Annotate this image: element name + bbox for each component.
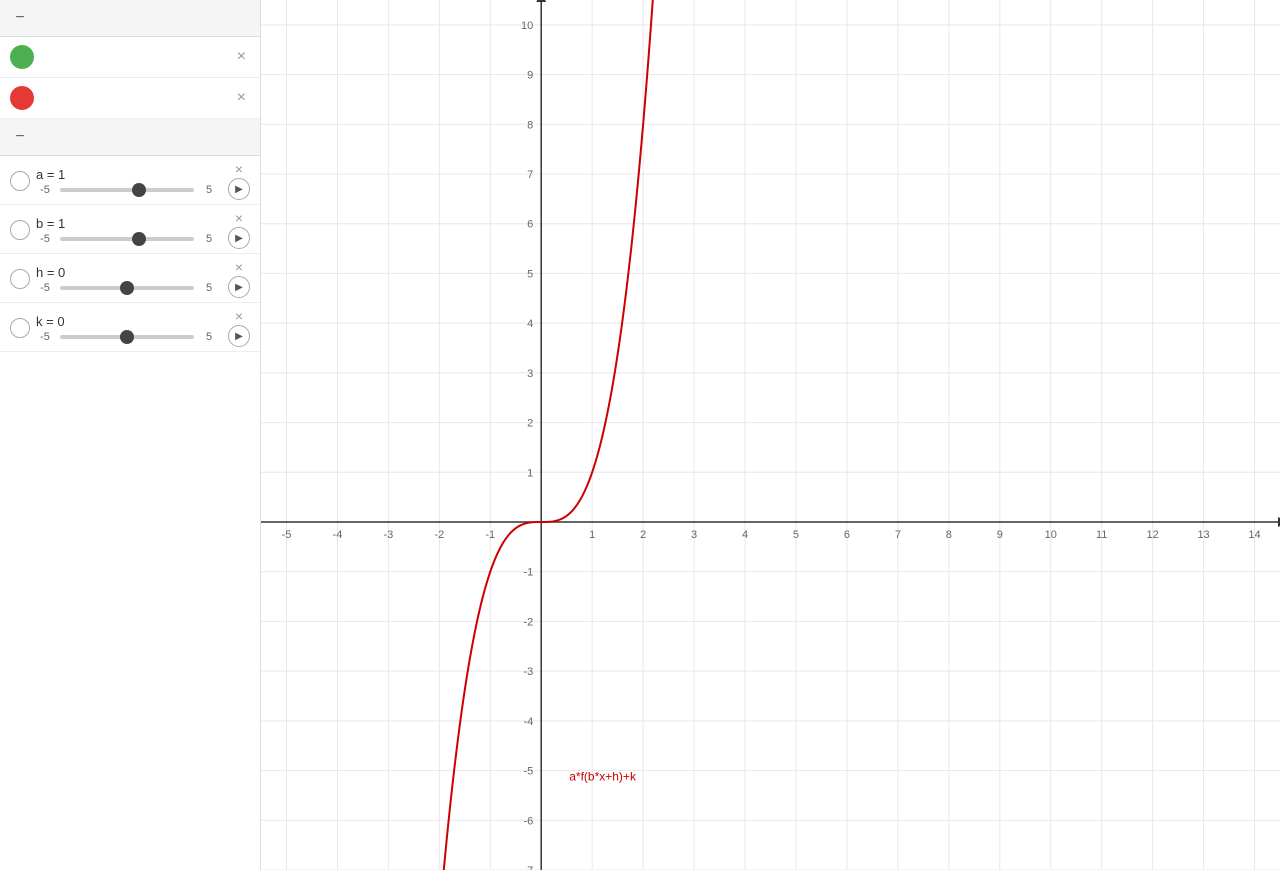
graph-svg: -5-4-3-2-11234567891011121314-7-6-5-4-3-… (261, 0, 1280, 870)
function-color-f[interactable] (10, 45, 34, 69)
remove-a-button[interactable]: × (235, 162, 243, 176)
slider-label-a: a = 1 (36, 167, 65, 182)
slider-actions-b: × ▶ (228, 211, 250, 249)
svg-text:5: 5 (527, 268, 533, 280)
svg-text:5: 5 (793, 529, 799, 541)
number-collapse-icon[interactable]: − (12, 129, 28, 145)
play-k-button[interactable]: ▶ (228, 325, 250, 347)
svg-text:-2: -2 (434, 529, 444, 541)
slider-inner-h: h = 0 -5 5 (36, 265, 218, 294)
remove-function-f-button[interactable]: × (233, 46, 250, 68)
svg-text:7: 7 (527, 169, 533, 181)
remove-k-button[interactable]: × (235, 309, 243, 323)
slider-inner-k: k = 0 -5 5 (36, 314, 218, 343)
slider-max-h: 5 (200, 282, 218, 294)
function-color-g[interactable] (10, 86, 34, 110)
svg-text:-4: -4 (333, 529, 343, 541)
slider-row-h: h = 0 -5 5 × ▶ (0, 254, 260, 303)
svg-text:-4: -4 (523, 716, 533, 728)
slider-actions-a: × ▶ (228, 162, 250, 200)
remove-b-button[interactable]: × (235, 211, 243, 225)
svg-text:-2: -2 (523, 616, 533, 628)
function-section-header: − (0, 0, 260, 37)
svg-text:1: 1 (527, 467, 533, 479)
slider-label-k: k = 0 (36, 314, 65, 329)
graph-area[interactable]: -5-4-3-2-11234567891011121314-7-6-5-4-3-… (261, 0, 1280, 870)
svg-text:-3: -3 (383, 529, 393, 541)
svg-text:-3: -3 (523, 666, 533, 678)
svg-text:10: 10 (1045, 529, 1057, 541)
remove-h-button[interactable]: × (235, 260, 243, 274)
slider-label-h: h = 0 (36, 265, 65, 280)
svg-text:-6: -6 (523, 815, 533, 827)
slider-max-b: 5 (200, 233, 218, 245)
play-b-button[interactable]: ▶ (228, 227, 250, 249)
play-h-button[interactable]: ▶ (228, 276, 250, 298)
slider-input-h[interactable] (60, 286, 194, 290)
svg-text:9: 9 (527, 70, 533, 82)
slider-toggle-b[interactable] (10, 220, 30, 240)
svg-text:-5: -5 (282, 529, 292, 541)
svg-text:10: 10 (521, 20, 533, 32)
svg-text:a*f(b*x+h)+k: a*f(b*x+h)+k (569, 770, 637, 784)
slider-input-b[interactable] (60, 237, 194, 241)
svg-text:8: 8 (946, 529, 952, 541)
slider-row-k: k = 0 -5 5 × ▶ (0, 303, 260, 352)
svg-text:7: 7 (895, 529, 901, 541)
svg-text:6: 6 (844, 529, 850, 541)
svg-text:-5: -5 (523, 766, 533, 778)
slider-max-k: 5 (200, 331, 218, 343)
slider-toggle-a[interactable] (10, 171, 30, 191)
slider-row-b: b = 1 -5 5 × ▶ (0, 205, 260, 254)
svg-text:14: 14 (1248, 529, 1260, 541)
sidebar: − × × − a = 1 -5 5 × ▶ (0, 0, 261, 870)
number-section-header: − (0, 119, 260, 156)
svg-text:-1: -1 (523, 567, 533, 579)
svg-text:-7: -7 (523, 865, 533, 870)
function-collapse-icon[interactable]: − (12, 10, 28, 26)
slider-actions-h: × ▶ (228, 260, 250, 298)
svg-text:13: 13 (1197, 529, 1209, 541)
slider-actions-k: × ▶ (228, 309, 250, 347)
slider-input-k[interactable] (60, 335, 194, 339)
function-row-g: × (0, 78, 260, 119)
function-row-f: × (0, 37, 260, 78)
slider-input-a[interactable] (60, 188, 194, 192)
svg-text:3: 3 (527, 368, 533, 380)
slider-min-b: -5 (36, 233, 54, 245)
play-a-button[interactable]: ▶ (228, 178, 250, 200)
svg-text:12: 12 (1147, 529, 1159, 541)
svg-text:9: 9 (997, 529, 1003, 541)
svg-text:3: 3 (691, 529, 697, 541)
slider-label-b: b = 1 (36, 216, 65, 231)
svg-text:4: 4 (527, 318, 533, 330)
svg-text:4: 4 (742, 529, 748, 541)
slider-min-h: -5 (36, 282, 54, 294)
slider-inner-a: a = 1 -5 5 (36, 167, 218, 196)
svg-text:-1: -1 (485, 529, 495, 541)
slider-row-a: a = 1 -5 5 × ▶ (0, 156, 260, 205)
slider-toggle-h[interactable] (10, 269, 30, 289)
svg-text:11: 11 (1096, 529, 1107, 541)
slider-inner-b: b = 1 -5 5 (36, 216, 218, 245)
slider-min-a: -5 (36, 184, 54, 196)
slider-min-k: -5 (36, 331, 54, 343)
svg-text:6: 6 (527, 219, 533, 231)
svg-text:2: 2 (527, 418, 533, 430)
slider-max-a: 5 (200, 184, 218, 196)
slider-toggle-k[interactable] (10, 318, 30, 338)
svg-text:8: 8 (527, 119, 533, 131)
svg-text:2: 2 (640, 529, 646, 541)
remove-function-g-button[interactable]: × (233, 87, 250, 109)
svg-text:1: 1 (589, 529, 595, 541)
